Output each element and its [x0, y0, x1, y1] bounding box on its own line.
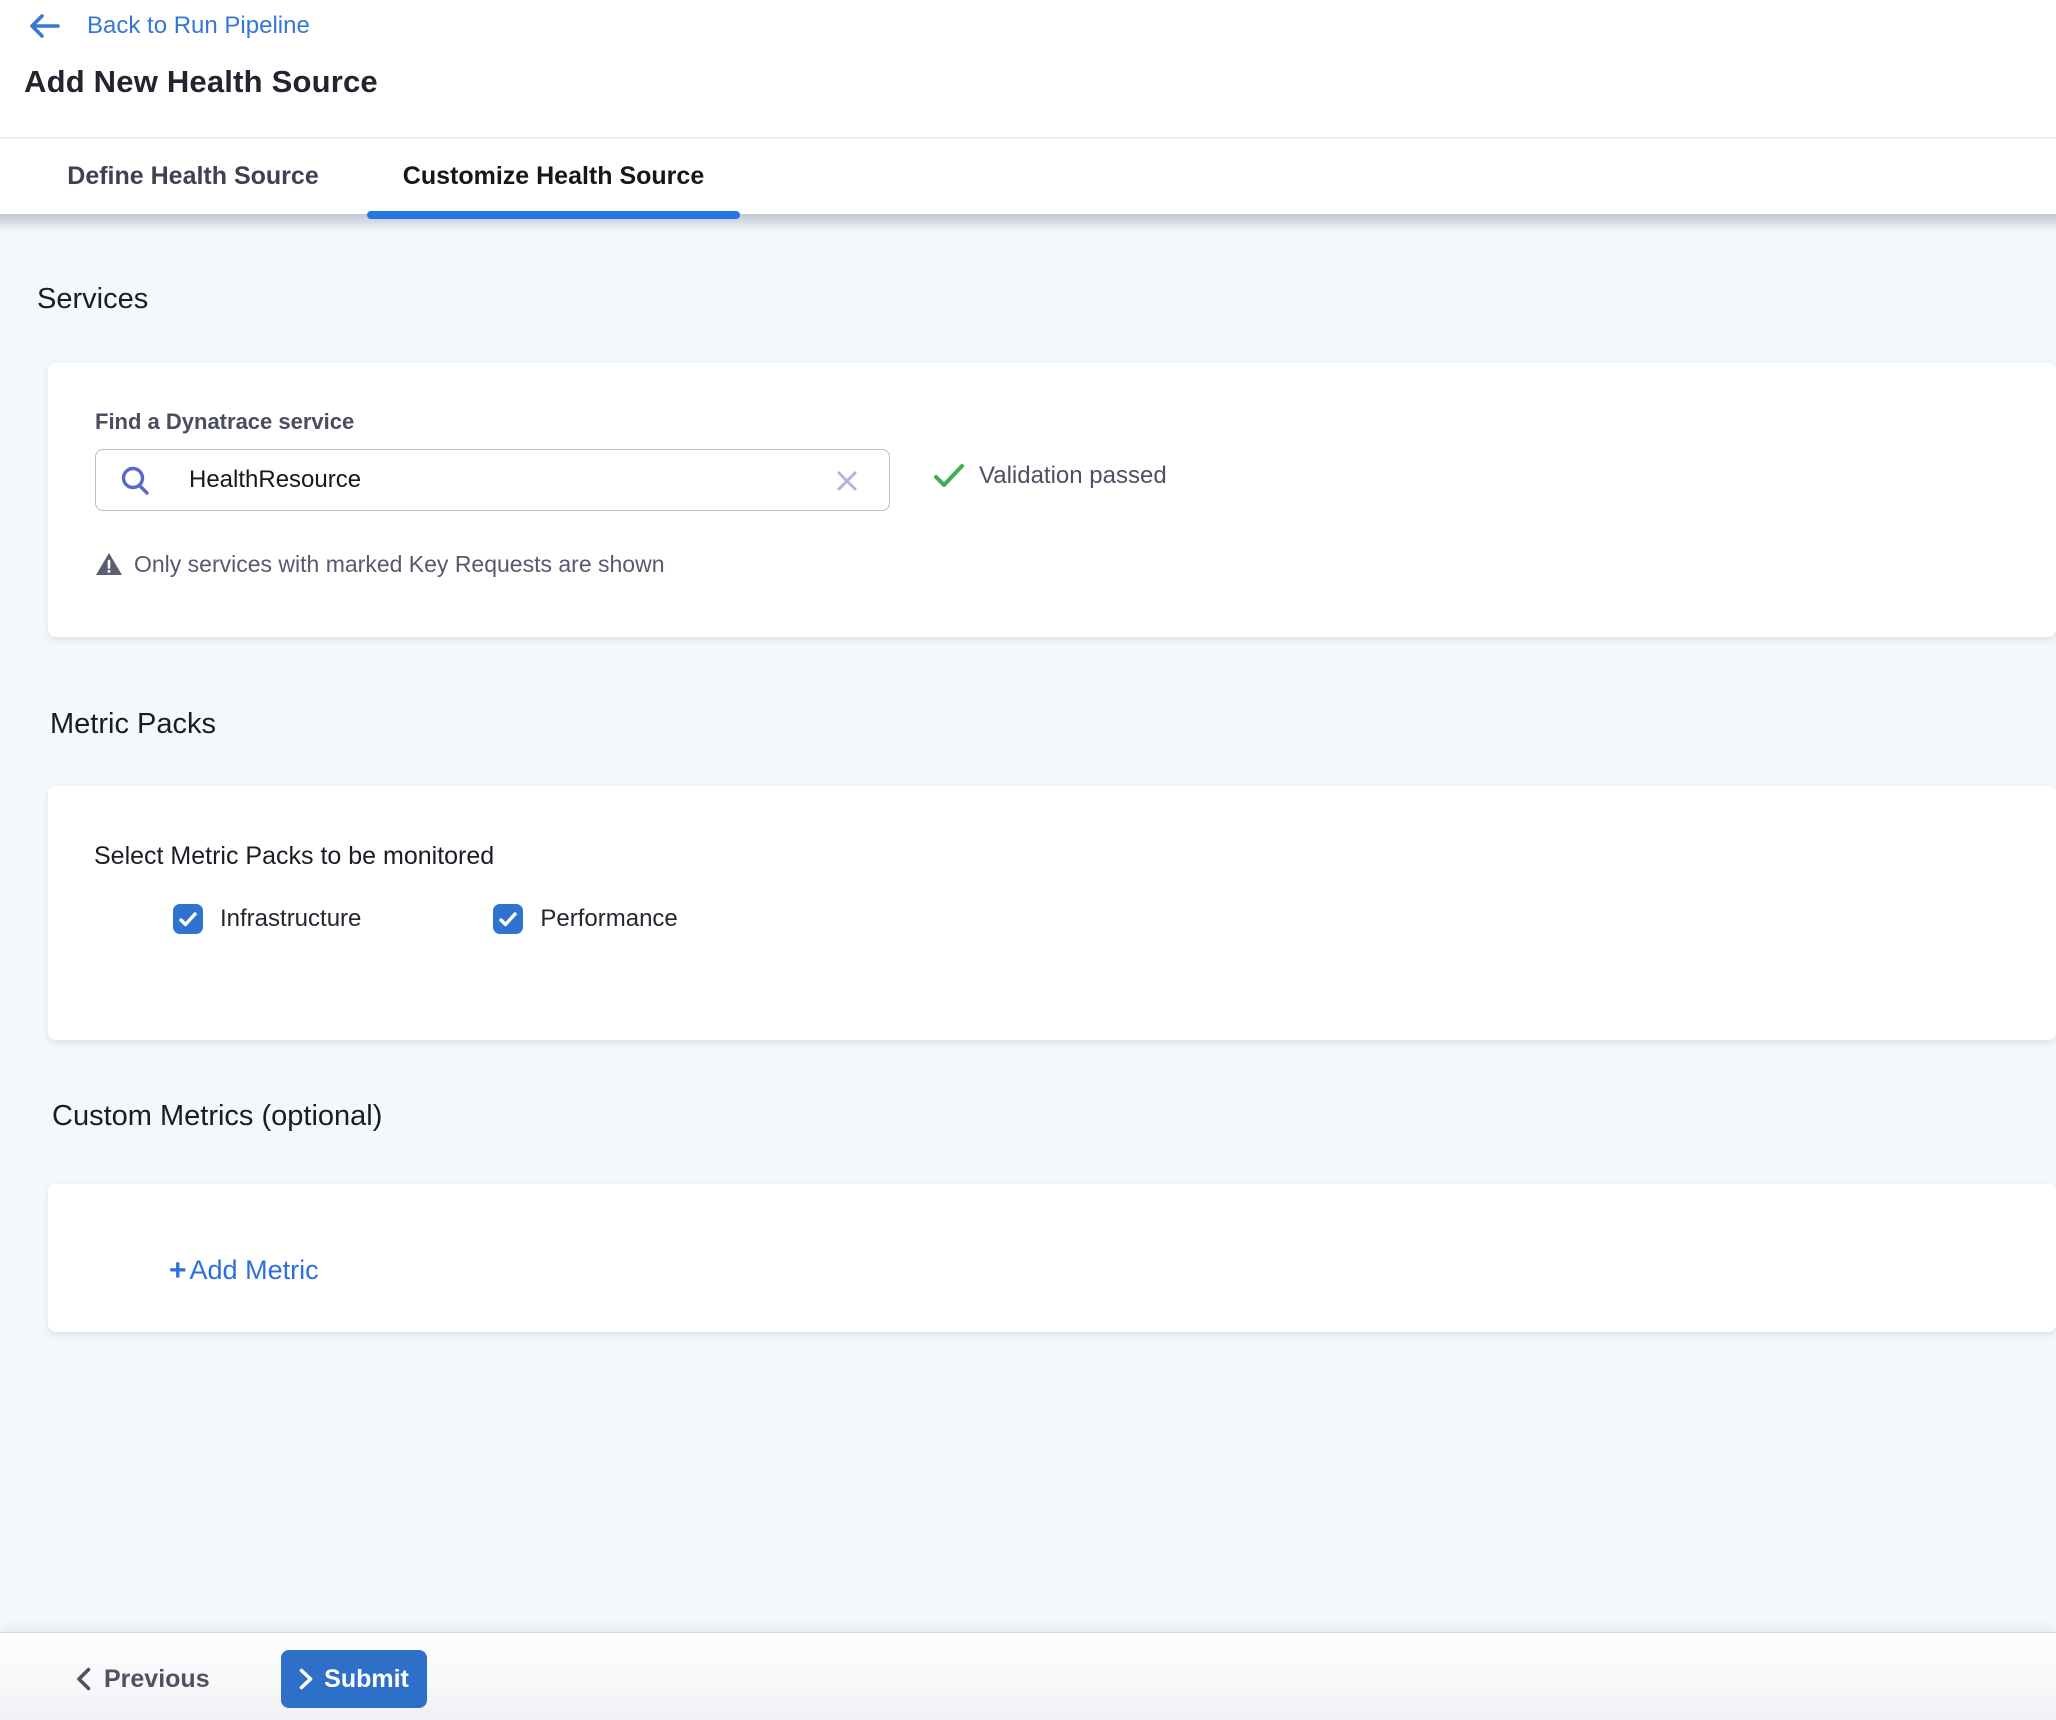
- tab-define-health-source[interactable]: Define Health Source: [48, 139, 338, 214]
- active-tab-underline: [367, 211, 740, 219]
- plus-icon: +: [169, 1256, 187, 1286]
- metric-packs-heading: Metric Packs: [50, 708, 216, 741]
- validation-status: Validation passed: [933, 462, 1167, 490]
- pack-label: Performance: [540, 905, 677, 933]
- chevron-right-icon: [299, 1668, 313, 1690]
- tab-customize-health-source[interactable]: Customize Health Source: [367, 139, 740, 214]
- tab-label: Define Health Source: [67, 162, 318, 191]
- clear-search-icon[interactable]: [833, 467, 861, 495]
- services-card: Find a Dynatrace service Validation pass…: [48, 363, 2056, 637]
- back-link[interactable]: Back to Run Pipeline: [27, 12, 310, 40]
- previous-label: Previous: [104, 1665, 210, 1694]
- submit-button[interactable]: Submit: [281, 1650, 427, 1708]
- check-icon: [933, 463, 965, 489]
- chevron-left-icon: [76, 1667, 91, 1691]
- tabbar-shadow: [0, 214, 2056, 232]
- search-icon: [120, 465, 151, 496]
- warning-icon: [95, 552, 123, 577]
- services-warning: Only services with marked Key Requests a…: [95, 551, 665, 578]
- custom-metrics-card: + Add Metric: [48, 1184, 2056, 1332]
- service-search-input[interactable]: [189, 466, 729, 494]
- health-source-tabbar: Define Health Source Customize Health So…: [0, 139, 2056, 214]
- add-metric-button[interactable]: + Add Metric: [169, 1255, 319, 1286]
- previous-button[interactable]: Previous: [76, 1657, 210, 1701]
- submit-label: Submit: [324, 1665, 409, 1694]
- add-metric-label: Add Metric: [190, 1255, 319, 1286]
- metric-packs-row: Infrastructure Performance: [173, 904, 678, 934]
- warning-text: Only services with marked Key Requests a…: [134, 551, 665, 578]
- tab-label: Customize Health Source: [403, 162, 704, 191]
- footer-bar: Previous Submit: [0, 1632, 2056, 1720]
- page-header: Back to Run Pipeline Add New Health Sour…: [0, 0, 2056, 138]
- custom-metrics-heading: Custom Metrics (optional): [52, 1100, 382, 1133]
- select-metric-packs-label: Select Metric Packs to be monitored: [94, 842, 494, 871]
- metric-pack-performance[interactable]: Performance: [493, 904, 677, 934]
- page-title: Add New Health Source: [24, 64, 378, 100]
- pack-label: Infrastructure: [220, 905, 361, 933]
- find-service-label: Find a Dynatrace service: [95, 409, 354, 435]
- validation-text: Validation passed: [979, 462, 1167, 490]
- metric-packs-card: Select Metric Packs to be monitored Infr…: [48, 786, 2056, 1040]
- services-heading: Services: [37, 283, 148, 316]
- metric-pack-infrastructure[interactable]: Infrastructure: [173, 904, 361, 934]
- back-arrow-icon: [27, 12, 61, 40]
- back-link-label: Back to Run Pipeline: [87, 12, 310, 40]
- checkbox-checked-icon[interactable]: [493, 904, 523, 934]
- service-search-box: [95, 449, 890, 511]
- checkbox-checked-icon[interactable]: [173, 904, 203, 934]
